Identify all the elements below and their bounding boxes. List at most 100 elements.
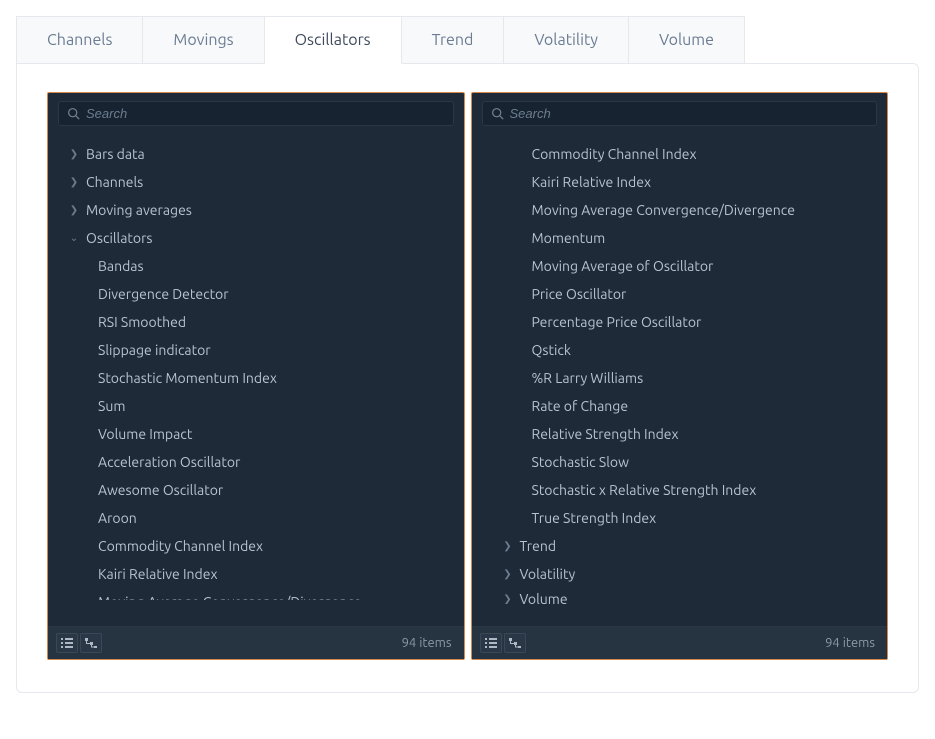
tab-movings[interactable]: Movings bbox=[143, 17, 264, 64]
tree-left[interactable]: ❯ Bars data ❯Channels ❯Moving averages ⌄ O… bbox=[48, 130, 464, 626]
tabs: Channels Movings Oscillators Trend Volat… bbox=[16, 16, 745, 64]
tree-label: Commodity Channel Index bbox=[98, 538, 263, 554]
tree-group-moving-averages[interactable]: ❯Moving averages bbox=[64, 196, 460, 224]
tree-icon bbox=[509, 638, 521, 648]
tree-item[interactable]: %R Larry Williams bbox=[488, 364, 884, 392]
tree-item[interactable]: Moving Average of Oscillator bbox=[488, 252, 884, 280]
tree-item[interactable]: Bandas bbox=[64, 252, 460, 280]
tree-label: Bars data bbox=[86, 146, 145, 162]
search-icon bbox=[491, 107, 504, 120]
list-icon bbox=[61, 638, 73, 648]
tree-label: Stochastic x Relative Strength Index bbox=[532, 482, 757, 498]
tree-item[interactable]: Price Oscillator bbox=[488, 280, 884, 308]
tree-label: Moving Average of Oscillator bbox=[532, 258, 714, 274]
tree-label: Rate of Change bbox=[532, 398, 629, 414]
tree-item[interactable]: Volume Impact bbox=[64, 420, 460, 448]
tree-label: Volume bbox=[520, 591, 568, 604]
item-count: 94 items bbox=[402, 636, 452, 650]
panels: ❯Bars data ❯Channels ❯Moving averages ⌄O… bbox=[47, 92, 888, 660]
tree-item[interactable]: Acceleration Oscillator bbox=[64, 448, 460, 476]
tree-label: Kairi Relative Index bbox=[532, 174, 652, 190]
search-input[interactable] bbox=[510, 106, 869, 121]
tree-item[interactable]: Rate of Change bbox=[488, 392, 884, 420]
tree-item[interactable]: Percentage Price Oscillator bbox=[488, 308, 884, 336]
tree-label: Awesome Oscillator bbox=[98, 482, 223, 498]
tab-volatility[interactable]: Volatility bbox=[504, 17, 629, 64]
tree-item[interactable]: Slippage indicator bbox=[64, 336, 460, 364]
chevron-right-icon: ❯ bbox=[502, 540, 514, 552]
tree-item[interactable]: Qstick bbox=[488, 336, 884, 364]
tab-oscillators[interactable]: Oscillators bbox=[265, 17, 402, 64]
tree-view-button[interactable] bbox=[80, 633, 102, 653]
search-box[interactable] bbox=[482, 101, 878, 126]
tree-view-button[interactable] bbox=[504, 633, 526, 653]
search-wrap bbox=[48, 93, 464, 130]
tree-item[interactable]: Stochastic Slow bbox=[488, 448, 884, 476]
tree-label: Trend bbox=[520, 538, 557, 554]
list-view-button[interactable] bbox=[480, 633, 502, 653]
tree-item[interactable]: Awesome Oscillator bbox=[64, 476, 460, 504]
panel-footer: 94 items bbox=[472, 626, 888, 659]
search-input[interactable] bbox=[86, 106, 445, 121]
tree-label: Volume Impact bbox=[98, 426, 192, 442]
page: Channels Movings Oscillators Trend Volat… bbox=[0, 0, 935, 709]
tree-label: Momentum bbox=[532, 230, 606, 246]
tree-item[interactable]: Sum bbox=[64, 392, 460, 420]
tab-channels[interactable]: Channels bbox=[17, 17, 143, 64]
search-box[interactable] bbox=[58, 101, 454, 126]
tree-label: Relative Strength Index bbox=[532, 426, 679, 442]
tree-label: Slippage indicator bbox=[98, 342, 211, 358]
tree-item[interactable]: Stochastic Momentum Index bbox=[64, 364, 460, 392]
item-count: 94 items bbox=[825, 636, 875, 650]
footer-buttons bbox=[480, 633, 526, 653]
tree-label: Oscillators bbox=[86, 230, 152, 246]
chevron-down-icon: ⌄ bbox=[68, 232, 80, 244]
panel-left: ❯ Bars data ❯Channels ❯Moving averages ⌄ O… bbox=[47, 92, 465, 660]
tree-group-volatility[interactable]: ❯ Volatility bbox=[488, 560, 884, 588]
tree-group-trend[interactable]: ❯ Trend bbox=[488, 532, 884, 560]
tree-label: Channels bbox=[86, 174, 143, 190]
tree-group-channels[interactable]: ❯Channels bbox=[64, 168, 460, 196]
panel-footer: 94 items bbox=[48, 626, 464, 659]
list-view-button[interactable] bbox=[56, 633, 78, 653]
tree-item[interactable]: Commodity Channel Index bbox=[488, 140, 884, 168]
chevron-right-icon: ❯ bbox=[68, 148, 80, 160]
tree-icon bbox=[85, 638, 97, 648]
tree-item[interactable]: Moving Average Convergence/Divergence bbox=[488, 196, 884, 224]
tab-volume[interactable]: Volume bbox=[629, 17, 744, 64]
footer-buttons bbox=[56, 633, 102, 653]
tree-group-bars-data[interactable]: ❯ Bars data bbox=[64, 140, 460, 168]
tree-label: Divergence Detector bbox=[98, 286, 229, 302]
tab-trend[interactable]: Trend bbox=[402, 17, 505, 64]
tree-item[interactable]: Kairi Relative Index bbox=[488, 168, 884, 196]
tree-label: Acceleration Oscillator bbox=[98, 454, 240, 470]
tree-label: Percentage Price Oscillator bbox=[532, 314, 702, 330]
tree-label: Stochastic Momentum Index bbox=[98, 370, 277, 386]
tree-label: Price Oscillator bbox=[532, 286, 627, 302]
tree-item-cutoff: Moving Average Convergence/Divergence bbox=[64, 588, 460, 606]
tree-item[interactable]: Kairi Relative Index bbox=[64, 560, 460, 588]
tree-group-oscillators[interactable]: ⌄ Oscillators bbox=[64, 224, 460, 252]
tree-label: True Strength Index bbox=[532, 510, 657, 526]
tree-item[interactable]: True Strength Index bbox=[488, 504, 884, 532]
tree-label: Sum bbox=[98, 398, 125, 414]
tree-item[interactable]: Aroon bbox=[64, 504, 460, 532]
tree-label: Moving averages bbox=[86, 202, 192, 218]
tree-item[interactable]: Relative Strength Index bbox=[488, 420, 884, 448]
chevron-right-icon: ❯ bbox=[502, 568, 514, 580]
tree-label: Moving Average Convergence/Divergence bbox=[532, 202, 795, 218]
search-icon bbox=[67, 107, 80, 120]
tree-label: %R Larry Williams bbox=[532, 370, 644, 386]
tree-item[interactable]: Divergence Detector bbox=[64, 280, 460, 308]
tree-right[interactable]: Commodity Channel Index Kairi Relative I… bbox=[472, 130, 888, 626]
tree-label: Volatility bbox=[520, 566, 576, 582]
tree-label: Qstick bbox=[532, 342, 571, 358]
tree-label: Bandas bbox=[98, 258, 144, 274]
tree-item[interactable]: Commodity Channel Index bbox=[64, 532, 460, 560]
tree-item[interactable]: Stochastic x Relative Strength Index bbox=[488, 476, 884, 504]
chevron-right-icon: ❯ bbox=[502, 593, 514, 604]
tree-item[interactable]: Momentum bbox=[488, 224, 884, 252]
list-icon bbox=[485, 638, 497, 648]
tree-group-volume[interactable]: ❯ Volume bbox=[488, 588, 884, 604]
tree-item[interactable]: RSI Smoothed bbox=[64, 308, 460, 336]
